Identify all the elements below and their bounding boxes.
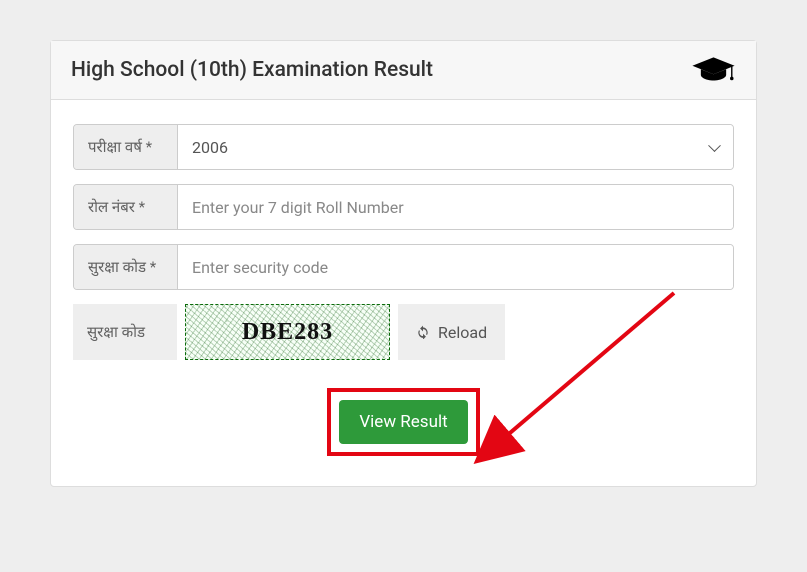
view-result-button[interactable]: View Result xyxy=(339,400,467,444)
reload-icon xyxy=(416,325,430,339)
panel-body: परीक्षा वर्ष * 2006 रोल नंबर * सुरक्षा क… xyxy=(51,100,756,486)
result-form-panel: High School (10th) Examination Result पर… xyxy=(50,40,757,487)
highlight-box: View Result xyxy=(327,388,479,456)
captcha-label: सुरक्षा कोड xyxy=(73,304,177,360)
security-code-input[interactable] xyxy=(178,245,733,289)
captcha-row: सुरक्षा कोड DBE283 Reload xyxy=(73,304,734,360)
code-label: सुरक्षा कोड * xyxy=(74,245,178,289)
year-select-wrap: 2006 xyxy=(178,125,733,169)
roll-label: रोल नंबर * xyxy=(74,185,178,229)
year-select[interactable]: 2006 xyxy=(178,125,733,169)
reload-label: Reload xyxy=(438,323,487,342)
roll-input[interactable] xyxy=(178,185,733,229)
graduation-cap-icon xyxy=(691,55,736,85)
year-label: परीक्षा वर्ष * xyxy=(74,125,178,169)
roll-row: रोल नंबर * xyxy=(73,184,734,230)
panel-header: High School (10th) Examination Result xyxy=(51,41,756,100)
captcha-image: DBE283 xyxy=(185,304,390,360)
year-row: परीक्षा वर्ष * 2006 xyxy=(73,124,734,170)
panel-title: High School (10th) Examination Result xyxy=(71,58,433,82)
code-row: सुरक्षा कोड * xyxy=(73,244,734,290)
reload-button[interactable]: Reload xyxy=(398,304,505,360)
submit-area: View Result xyxy=(73,388,734,456)
